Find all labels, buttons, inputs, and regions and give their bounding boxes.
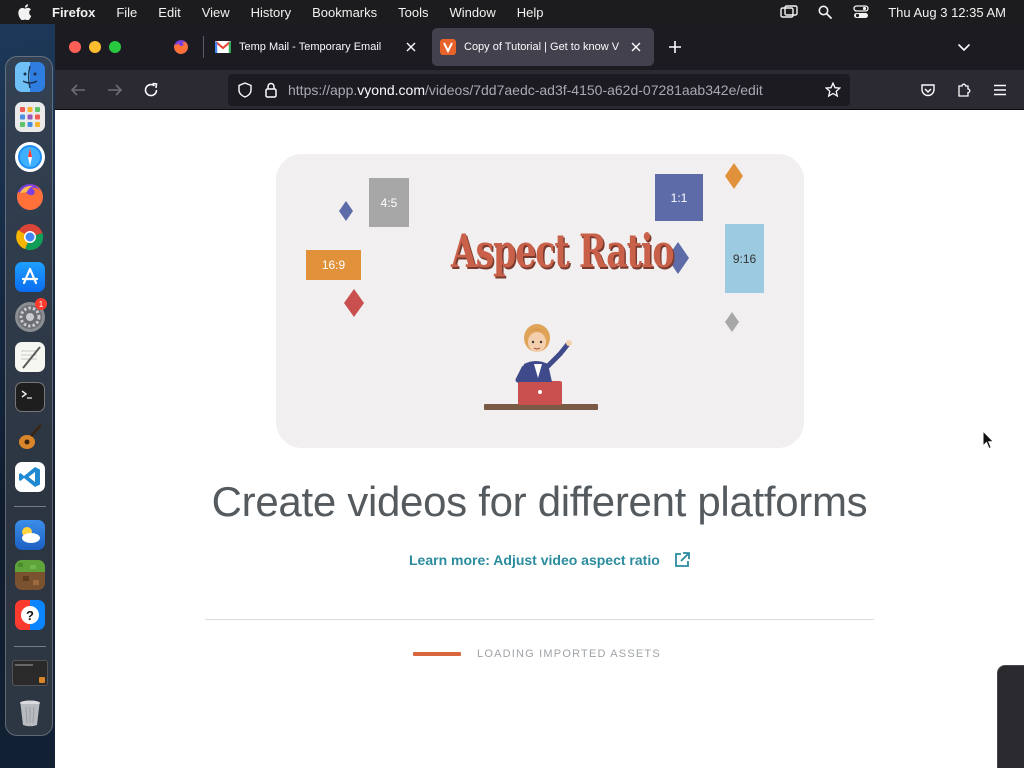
tracking-protection-shield-icon[interactable]	[236, 81, 254, 99]
diamond-shape	[344, 289, 364, 317]
loading-progress-bar	[413, 652, 461, 656]
learn-more-aspect-ratio-link[interactable]: Learn more: Adjust video aspect ratio	[409, 548, 692, 572]
external-link-icon	[672, 550, 692, 570]
menu-file[interactable]: File	[116, 5, 137, 20]
url-path: /videos/7dd7aedc-ad3f-4150-a62d-07281aab…	[424, 82, 763, 98]
address-bar[interactable]: https://app.vyond.com/videos/7dd7aedc-ad…	[228, 74, 850, 106]
ratio-label: 4:5	[380, 195, 398, 210]
system-settings-icon[interactable]: 1	[15, 298, 47, 332]
zoom-window-button[interactable]	[109, 41, 121, 53]
close-tab-icon[interactable]	[628, 39, 644, 55]
firefox-window: Temp Mail - Temporary Email Copy of Tuto…	[55, 24, 1024, 768]
launchpad-icon[interactable]	[15, 102, 45, 132]
tab-strip: Temp Mail - Temporary Email Copy of Tuto…	[55, 24, 1024, 70]
forward-button[interactable]	[103, 78, 127, 102]
tab-temp-mail[interactable]: Temp Mail - Temporary Email	[207, 28, 429, 66]
help-icon[interactable]: ?	[15, 600, 45, 630]
pocket-icon[interactable]	[916, 78, 940, 102]
garageband-icon[interactable]	[15, 422, 45, 452]
ratio-box-4-5: 4:5	[369, 178, 409, 227]
diamond-shape	[725, 163, 743, 189]
control-center-icon[interactable]	[852, 4, 870, 20]
menu-edit[interactable]: Edit	[158, 5, 180, 20]
ratio-label: 16:9	[321, 258, 346, 272]
safari-icon[interactable]	[15, 142, 45, 172]
tab-separator	[203, 36, 204, 58]
macos-menu-bar: Firefox File Edit View History Bookmarks…	[0, 0, 1024, 24]
loading-label: LOADING IMPORTED ASSETS	[477, 648, 661, 660]
url-domain: vyond.com	[357, 82, 425, 98]
dock-separator	[14, 506, 46, 507]
terminal-icon[interactable]	[15, 382, 45, 412]
section-divider	[205, 619, 874, 620]
menu-window[interactable]: Window	[450, 5, 496, 20]
bookmark-star-icon[interactable]	[824, 81, 842, 99]
collapsed-side-panel[interactable]	[997, 665, 1024, 768]
tab-title: Temp Mail - Temporary Email	[239, 41, 382, 53]
hamburger-menu-icon[interactable]	[988, 78, 1012, 102]
pinned-tab-firefox[interactable]	[161, 28, 201, 66]
apple-menu-icon[interactable]	[18, 4, 34, 20]
illustration-title: Aspect Ratio	[451, 224, 674, 278]
page-content: 4:5 1:1 16:9 9:16 Aspect Ratio Create vi…	[55, 110, 1024, 768]
minimize-window-button[interactable]	[89, 41, 101, 53]
finder-icon[interactable]	[15, 62, 45, 92]
screen-mirroring-icon[interactable]	[780, 4, 798, 20]
presenter-character-illustration	[484, 324, 598, 410]
trash-icon[interactable]	[15, 698, 45, 728]
reload-button[interactable]	[139, 78, 163, 102]
menu-app-name[interactable]: Firefox	[52, 5, 95, 20]
tab-vyond-tutorial[interactable]: Copy of Tutorial | Get to know V	[432, 28, 654, 66]
menu-bar-clock[interactable]: Thu Aug 3 12:35 AM	[888, 5, 1006, 20]
diamond-shape	[725, 312, 739, 332]
minecraft-icon[interactable]	[15, 560, 45, 590]
weather-icon[interactable]	[15, 520, 45, 550]
link-label: Learn more: Adjust video aspect ratio	[409, 552, 660, 568]
ratio-box-9-16: 9:16	[725, 224, 764, 293]
mouse-pointer-icon	[982, 430, 995, 450]
notification-badge: 1	[35, 298, 47, 310]
url-prefix: https://app.	[288, 82, 358, 98]
textedit-icon[interactable]	[15, 342, 45, 372]
app-store-icon[interactable]	[15, 262, 45, 292]
svg-text:?: ?	[26, 608, 34, 623]
firefox-icon	[173, 39, 189, 55]
menu-view[interactable]: View	[202, 5, 230, 20]
dock: 1 ?	[5, 56, 53, 736]
back-button[interactable]	[66, 78, 90, 102]
url-text[interactable]: https://app.vyond.com/videos/7dd7aedc-ad…	[288, 82, 763, 98]
window-thumbnail-icon[interactable]	[12, 660, 48, 686]
ratio-label: 1:1	[670, 190, 688, 205]
page-headline: Create videos for different platforms	[211, 478, 868, 525]
loading-indicator: LOADING IMPORTED ASSETS	[413, 646, 661, 662]
menu-history[interactable]: History	[251, 5, 291, 20]
menu-bookmarks[interactable]: Bookmarks	[312, 5, 377, 20]
gmail-icon	[215, 39, 231, 55]
chrome-icon[interactable]	[15, 222, 45, 252]
firefox-icon[interactable]	[15, 182, 45, 212]
aspect-ratio-illustration: 4:5 1:1 16:9 9:16 Aspect Ratio	[276, 154, 804, 448]
diamond-shape	[339, 201, 353, 221]
spotlight-search-icon[interactable]	[816, 4, 834, 20]
ratio-box-1-1: 1:1	[655, 174, 703, 221]
list-all-tabs-chevron-down-icon[interactable]	[952, 35, 976, 59]
lock-icon[interactable]	[262, 81, 280, 99]
vscode-icon[interactable]	[15, 462, 45, 492]
close-window-button[interactable]	[69, 41, 81, 53]
new-tab-button[interactable]	[663, 35, 687, 59]
navigation-toolbar: https://app.vyond.com/videos/7dd7aedc-ad…	[55, 70, 1024, 110]
tab-title: Copy of Tutorial | Get to know V	[464, 41, 620, 53]
dock-separator	[14, 646, 46, 647]
vyond-icon	[440, 39, 456, 55]
ratio-label: 9:16	[732, 251, 757, 266]
ratio-box-16-9: 16:9	[306, 250, 361, 280]
menu-help[interactable]: Help	[517, 5, 544, 20]
menu-tools[interactable]: Tools	[398, 5, 428, 20]
extensions-puzzle-icon[interactable]	[952, 78, 976, 102]
close-tab-icon[interactable]	[403, 39, 419, 55]
